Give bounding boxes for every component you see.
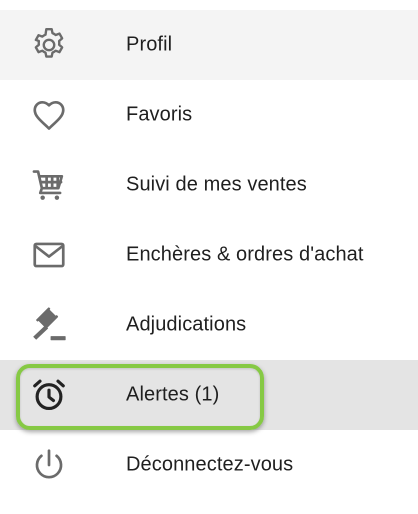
menu-item-alertes[interactable]: Alertes (1) — [0, 360, 418, 430]
menu-item-label: Suivi de mes ventes — [126, 173, 307, 196]
menu-item-label: Déconnectez-vous — [126, 453, 294, 476]
gavel-icon — [30, 306, 68, 344]
menu-item-adjudications[interactable]: Adjudications — [0, 290, 418, 360]
menu-item-label: Profil — [126, 33, 173, 56]
account-menu: Profil Favoris Suivi de mes ventes Enchè… — [0, 10, 418, 500]
menu-item-label: Favoris — [126, 103, 193, 126]
menu-item-profil[interactable]: Profil — [0, 10, 418, 80]
heart-icon — [30, 96, 68, 134]
menu-item-label: Alertes (1) — [126, 383, 220, 406]
cart-icon — [30, 166, 68, 204]
menu-item-label: Enchères & ordres d'achat — [126, 243, 364, 266]
menu-item-deconnexion[interactable]: Déconnectez-vous — [0, 430, 418, 500]
menu-item-label: Adjudications — [126, 313, 247, 336]
gear-icon — [30, 26, 68, 64]
alarm-clock-icon — [30, 376, 68, 414]
menu-item-suivi-ventes[interactable]: Suivi de mes ventes — [0, 150, 418, 220]
power-icon — [30, 446, 68, 484]
menu-item-encheres[interactable]: Enchères & ordres d'achat — [0, 220, 418, 290]
mail-icon — [30, 236, 68, 274]
menu-item-favoris[interactable]: Favoris — [0, 80, 418, 150]
